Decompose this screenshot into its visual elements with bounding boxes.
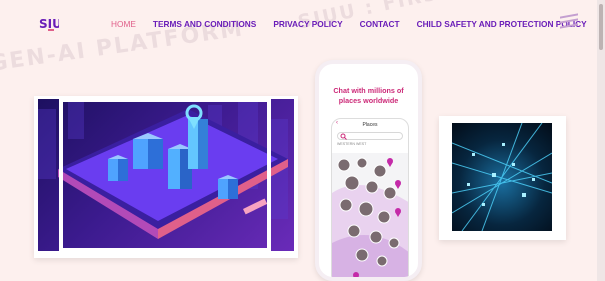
phone-screen: ‹ Places WESTERN WEST [331, 118, 409, 277]
places-search-input[interactable] [337, 132, 403, 140]
section-label: WESTERN WEST [337, 142, 367, 146]
page-scrollbar[interactable] [597, 0, 605, 281]
page: GEN-AI PLATFORM SIUU : FIRST AI S SIU HO… [0, 0, 605, 281]
screen-title: Places [362, 121, 378, 128]
illustration-card [34, 96, 298, 258]
nav-contact[interactable]: CONTACT [360, 19, 400, 29]
places-map[interactable] [332, 153, 408, 277]
phone-mockup: Chat with millions of places worldwide ‹… [315, 60, 422, 281]
nav-home[interactable]: HOME [111, 19, 136, 29]
phone-headline: Chat with millions of places worldwide [333, 86, 404, 105]
scrollbar-thumb[interactable] [599, 4, 603, 50]
search-icon [340, 133, 347, 140]
tech-image-card [439, 116, 566, 240]
data-stream-image [452, 123, 552, 231]
logo-text: SIU [39, 17, 59, 31]
nav-privacy[interactable]: PRIVACY POLICY [273, 19, 342, 29]
screen-header: ‹ Places [332, 119, 408, 130]
back-arrow-icon[interactable]: ‹ [336, 120, 338, 126]
nav-terms[interactable]: TERMS AND CONDITIONS [153, 19, 256, 29]
main-nav: HOME TERMS AND CONDITIONS PRIVACY POLICY… [111, 19, 604, 29]
hamburger-icon[interactable] [560, 13, 578, 30]
smart-city-illustration [38, 99, 294, 251]
brand-logo[interactable]: SIU [39, 15, 62, 33]
